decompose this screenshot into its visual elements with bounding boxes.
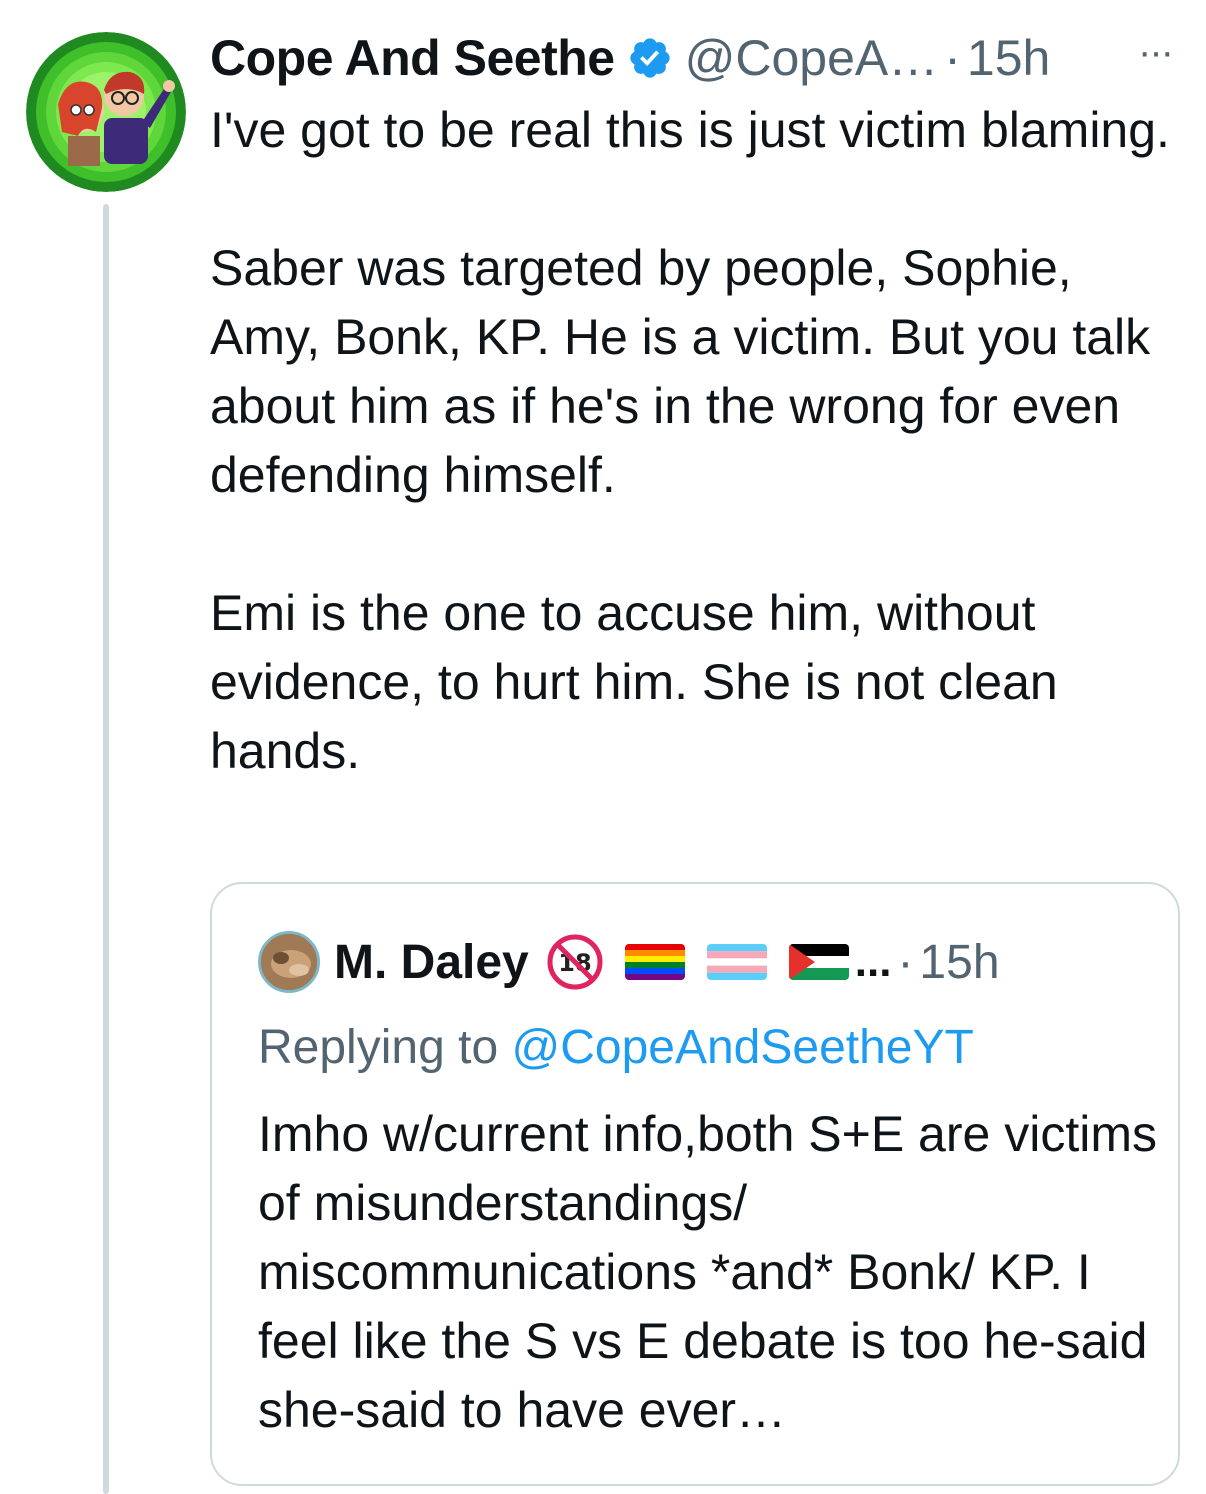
avatar-image [26, 32, 186, 192]
no-18-icon: 18 [547, 934, 603, 990]
tweet-paragraph: I've got to be real this is just victim … [210, 102, 1170, 158]
quote-header: M. Daley 18 [258, 930, 1158, 994]
more-options-icon[interactable]: ··· [1138, 30, 1174, 75]
author-avatar[interactable] [26, 32, 186, 192]
quote-time[interactable]: 15h [919, 935, 999, 990]
transgender-flag-icon [706, 944, 767, 980]
author-name[interactable]: Cope And Seethe [210, 29, 615, 87]
verified-badge-icon [629, 38, 670, 78]
replying-prefix: Replying to [258, 1021, 512, 1074]
tweet[interactable]: Cope And Seethe @CopeA… · 15h ··· I've g… [0, 0, 1206, 1494]
replying-mention-link[interactable]: @CopeAndSeetheYT [511, 1021, 973, 1074]
tweet-paragraph: Emi is the one to accuse him, without ev… [210, 585, 1058, 779]
rainbow-flag-icon [624, 944, 685, 980]
separator-dot: · [944, 30, 961, 86]
quote-author-name[interactable]: M. Daley [334, 935, 529, 990]
author-handle[interactable]: @CopeA… [685, 29, 939, 87]
tweet-paragraph: Saber was targeted by people, Sophie, Am… [210, 240, 1151, 503]
quoted-tweet-card[interactable]: M. Daley 18 [210, 882, 1180, 1486]
separator-dot: · [897, 935, 914, 989]
replying-to: Replying to @CopeAndSeetheYT [258, 1020, 974, 1075]
tweet-time[interactable]: 15h [967, 29, 1050, 87]
tweet-text: I've got to be real this is just victim … [210, 96, 1190, 786]
quote-name-ellipsis: ... [854, 937, 892, 986]
quote-author-avatar[interactable] [258, 931, 320, 993]
quote-text: Imho w/current info,both S+E are victims… [258, 1106, 1157, 1438]
palestine-flag-icon [788, 944, 849, 980]
tweet-header: Cope And Seethe @CopeA… · 15h ··· [210, 26, 1186, 90]
thread-line [103, 204, 109, 1494]
quote-avatar-image [261, 934, 317, 990]
